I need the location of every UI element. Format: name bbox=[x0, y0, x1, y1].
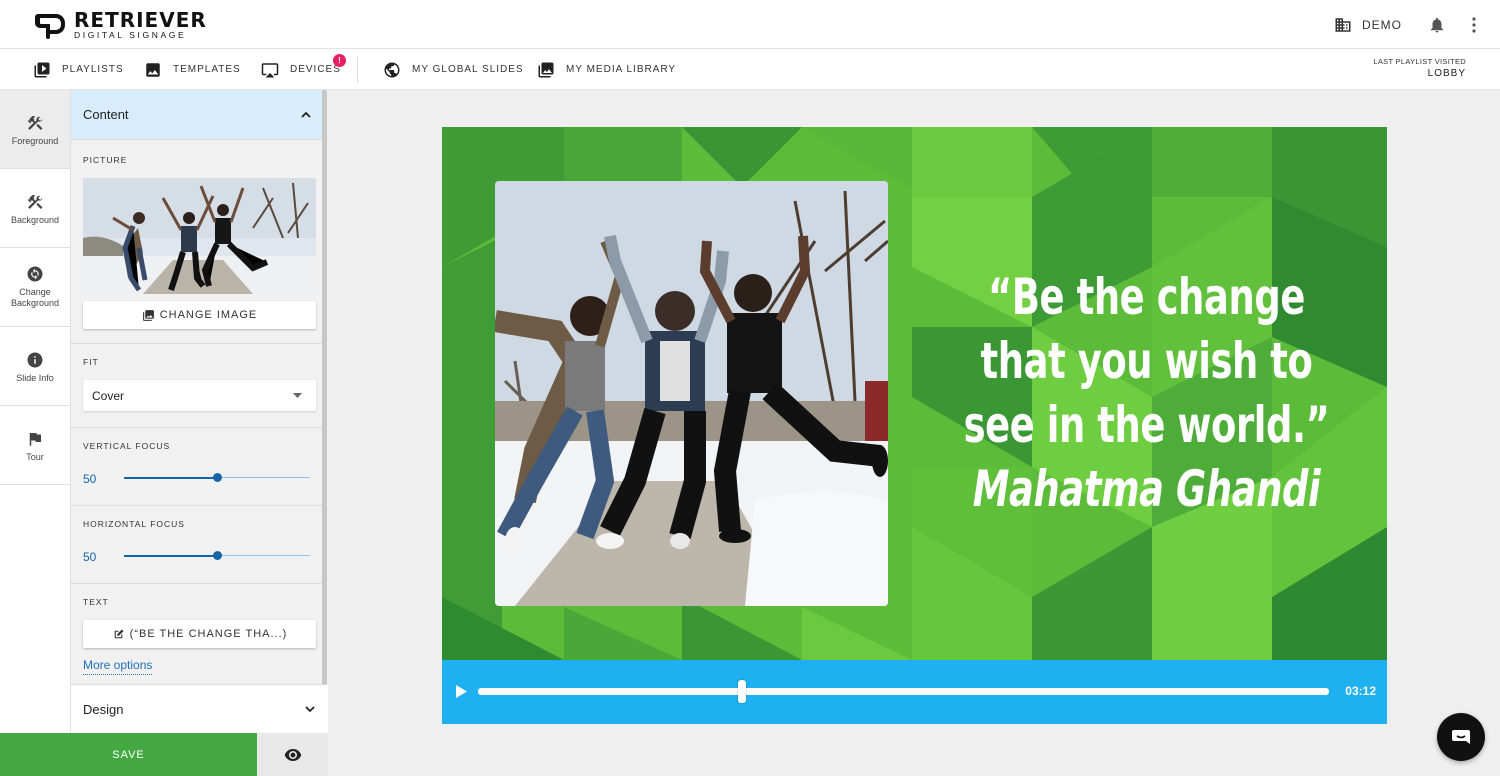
rail-label-change-background: Change Background bbox=[10, 287, 60, 308]
dropdown-arrow-icon bbox=[293, 392, 302, 398]
play-icon bbox=[456, 685, 467, 698]
slider-fill bbox=[124, 477, 217, 479]
save-button[interactable]: SAVE bbox=[0, 733, 257, 776]
last-playlist-visited[interactable]: LAST PLAYLIST VISITED LOBBY bbox=[1373, 57, 1466, 80]
nav-playlists-label: PLAYLISTS bbox=[62, 64, 124, 75]
edit-text-button[interactable]: (“BE THE CHANGE THA...) bbox=[83, 620, 316, 648]
rail-label-tour: Tour bbox=[26, 452, 44, 462]
change-image-button[interactable]: CHANGE IMAGE bbox=[83, 301, 316, 329]
playback-time: 03:12 bbox=[1345, 684, 1376, 698]
change-circle-icon bbox=[27, 266, 43, 282]
logo-subtitle: DIGITAL SIGNAGE bbox=[74, 30, 187, 41]
rail-item-foreground[interactable]: Foreground bbox=[0, 90, 70, 169]
chevron-up-icon bbox=[301, 111, 311, 118]
vertical-focus-label: VERTICAL FOCUS bbox=[83, 441, 171, 451]
nav-media-library-label: MY MEDIA LIBRARY bbox=[566, 64, 677, 75]
more-options-link[interactable]: More options bbox=[83, 658, 153, 675]
rail-item-background[interactable]: Background bbox=[0, 169, 70, 248]
chat-icon bbox=[1452, 730, 1470, 744]
fit-select-value: Cover bbox=[92, 388, 125, 403]
design-header-label: Design bbox=[83, 701, 124, 717]
slide-preview[interactable]: “Be the change that you wish to see in t… bbox=[442, 127, 1387, 660]
nav-playlists[interactable]: PLAYLISTS bbox=[33, 49, 124, 90]
playback-handle[interactable] bbox=[737, 680, 746, 703]
rail-item-change-background[interactable]: Change Background bbox=[0, 248, 70, 327]
tools-icon bbox=[27, 194, 43, 209]
last-playlist-label: LAST PLAYLIST VISITED bbox=[1373, 57, 1466, 66]
notifications-button[interactable] bbox=[1428, 16, 1446, 34]
org-name: DEMO bbox=[1362, 17, 1402, 32]
top-header: RETRIEVER DIGITAL SIGNAGE DEMO bbox=[0, 0, 1500, 49]
design-accordion-header[interactable]: Design bbox=[71, 685, 328, 733]
rail-label-background: Background bbox=[10, 215, 60, 225]
chat-button[interactable] bbox=[1437, 713, 1485, 761]
image-gallery-icon bbox=[142, 309, 154, 321]
horizontal-focus-slider[interactable] bbox=[124, 551, 310, 561]
building-icon bbox=[1335, 17, 1351, 32]
fit-select[interactable]: Cover bbox=[83, 380, 316, 411]
rail-label-foreground: Foreground bbox=[11, 136, 59, 146]
tools-icon bbox=[27, 115, 43, 130]
logo[interactable]: RETRIEVER DIGITAL SIGNAGE bbox=[32, 10, 207, 40]
vertical-focus-section bbox=[71, 428, 322, 506]
slider-knob[interactable] bbox=[213, 473, 222, 482]
cast-icon bbox=[261, 62, 279, 77]
slide-quote: “Be the change that you wish to see in t… bbox=[920, 265, 1373, 521]
picture-thumbnail bbox=[83, 178, 316, 294]
media-library-icon bbox=[538, 62, 554, 77]
rail-item-slide-info[interactable]: Slide Info bbox=[0, 327, 70, 406]
globe-icon bbox=[384, 62, 400, 77]
info-icon bbox=[27, 352, 43, 368]
slide-player: 03:12 bbox=[442, 660, 1387, 724]
nav-global-slides-label: MY GLOBAL SLIDES bbox=[412, 64, 524, 75]
picture-label: PICTURE bbox=[83, 155, 128, 165]
rail-label-slide-info: Slide Info bbox=[16, 373, 54, 383]
devices-alert-badge: ! bbox=[333, 54, 346, 67]
editor-rail: Foreground Background Change Background … bbox=[0, 90, 71, 733]
bell-icon bbox=[1431, 17, 1443, 32]
retriever-logo-icon bbox=[35, 14, 65, 39]
horizontal-focus-value: 50 bbox=[83, 550, 97, 564]
nav-templates-label: TEMPLATES bbox=[173, 64, 241, 75]
logo-title: RETRIEVER bbox=[74, 8, 207, 33]
preview-button[interactable] bbox=[257, 733, 328, 776]
horizontal-focus-section bbox=[71, 506, 322, 584]
playback-track[interactable] bbox=[478, 688, 1329, 695]
slider-knob[interactable] bbox=[213, 551, 222, 560]
more-vert-icon bbox=[1472, 16, 1476, 33]
quote-author: Mahatma Ghandi bbox=[972, 460, 1321, 518]
fit-label: FIT bbox=[83, 357, 99, 367]
quote-text: “Be the change that you wish to see in t… bbox=[963, 268, 1330, 454]
nav-media-library[interactable]: MY MEDIA LIBRARY bbox=[537, 49, 676, 90]
flag-icon bbox=[29, 433, 41, 446]
chevron-down-icon bbox=[305, 706, 315, 713]
vertical-focus-value: 50 bbox=[83, 472, 97, 486]
nav-devices[interactable]: DEVICES bbox=[261, 49, 341, 90]
horizontal-focus-label: HORIZONTAL FOCUS bbox=[83, 519, 185, 529]
nav-divider bbox=[357, 57, 358, 82]
playlist-icon bbox=[34, 62, 50, 77]
nav-devices-label: DEVICES bbox=[290, 64, 341, 75]
panel-scrollbar[interactable] bbox=[322, 90, 327, 685]
text-label: TEXT bbox=[83, 597, 109, 607]
edit-text-label: (“BE THE CHANGE THA...) bbox=[129, 628, 288, 640]
main-nav: PLAYLISTS TEMPLATES DEVICES ! MY GLOBAL … bbox=[0, 49, 1500, 90]
content-header-label: Content bbox=[83, 107, 129, 122]
org-selector[interactable]: DEMO bbox=[1334, 16, 1402, 34]
vertical-focus-slider[interactable] bbox=[124, 473, 310, 483]
edit-icon bbox=[114, 628, 124, 638]
eye-icon bbox=[284, 748, 301, 761]
content-accordion-header[interactable]: Content bbox=[71, 90, 322, 140]
nav-templates[interactable]: TEMPLATES bbox=[144, 49, 241, 90]
slider-fill bbox=[124, 555, 217, 557]
more-menu-button[interactable] bbox=[1472, 16, 1476, 33]
change-image-label: CHANGE IMAGE bbox=[159, 309, 258, 321]
content-panel: Content PICTURE CHANGE IMAGE FIT Cover V… bbox=[71, 90, 328, 733]
nav-global-slides[interactable]: MY GLOBAL SLIDES bbox=[383, 49, 524, 90]
slide-photo bbox=[495, 181, 888, 606]
image-icon bbox=[146, 62, 160, 77]
last-playlist-value: LOBBY bbox=[1427, 68, 1466, 80]
rail-item-tour[interactable]: Tour bbox=[0, 406, 70, 485]
